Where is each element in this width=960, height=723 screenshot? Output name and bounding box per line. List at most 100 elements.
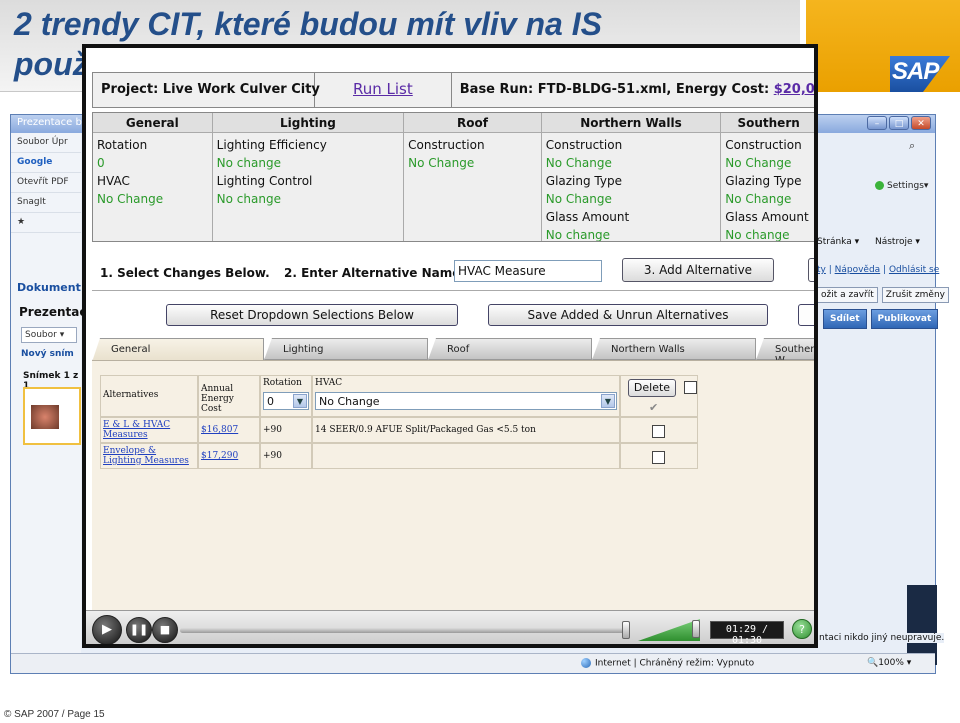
base-run-info: Base Run: FTD-BLDG-51.xml, Energy Cost: … [452,73,814,107]
snagit-toolbar-item[interactable]: SnagIt [11,193,81,213]
tab-lighting[interactable]: Lighting [264,338,428,360]
summary-value: No Change [545,156,612,170]
tab-southern-walls[interactable]: Southern W [756,338,814,360]
search-icon[interactable]: ⌕ [909,139,915,153]
summary-value: No change [545,228,611,242]
alternative-link-1[interactable]: E & L & HVAC Measures [103,420,170,440]
base-run-label: Base Run: FTD-BLDG-51.xml, Energy Cost: [459,82,774,97]
header-rotation: Rotation 0 ▼ [260,375,312,417]
seek-bar[interactable] [180,628,630,633]
browser-menu: Soubor Úpr [11,133,81,153]
cost-link-1[interactable]: $16,807 [201,425,238,435]
slide-thumbnail[interactable] [23,387,81,445]
window-buttons: – □ ✕ [867,116,931,130]
maximize-icon[interactable]: □ [889,116,909,130]
summary-body: Construction No Change [404,133,541,175]
reset-dropdowns-button[interactable]: Reset Dropdown Selections Below [166,304,458,326]
energy-cost-link[interactable]: $20,090 [774,82,814,97]
volume-slider[interactable] [638,619,700,641]
cut-off-button-2[interactable] [798,304,814,326]
summary-heading: Lighting [212,113,404,133]
tab-northern-walls[interactable]: Northern Walls [592,338,756,360]
hvac-select[interactable]: No Change ▼ [315,392,617,410]
hvac-label: HVAC [315,378,343,388]
browser-right-chrome: ⌕ Settings▾ Stránka ▾ Nástroje ▾ ty | Ná… [817,133,950,673]
volume-handle[interactable] [692,620,700,638]
summary-heading: Southern [721,113,814,133]
close-icon[interactable]: ✕ [911,116,931,130]
pdf-toolbar-item[interactable]: Otevřít PDF [11,173,81,193]
edit-buttons: ožit a zavřít Zrušit změny [817,287,950,303]
menu-upravy[interactable]: Úpr [52,137,68,147]
alternative-link-2[interactable]: Envelope & Lighting Measures [103,446,189,466]
table-row-1-hvac: 14 SEER/0.9 AFUE Split/Packaged Gas <5.5… [312,417,620,443]
alternative-name-input[interactable] [454,260,602,282]
cancel-changes-button[interactable]: Zrušit změny [881,287,950,303]
google-toolbar: Google [11,153,81,173]
divider [92,290,814,291]
summary-label: Construction [545,138,623,152]
summary-col-1: Lighting Lighting Efficiency No change Ligh… [212,113,405,241]
summary-label: Glazing Type [725,174,802,188]
browser-tab-title[interactable]: Prezentace b [17,117,82,128]
summary-label: Glass Amount [725,210,809,224]
link-ty[interactable]: ty [817,265,826,275]
row-1-checkbox[interactable] [652,425,665,438]
share-button[interactable]: Sdílet [823,309,867,329]
check-icon: ✔ [649,401,659,414]
save-alternatives-button[interactable]: Save Added & Unrun Alternatives [488,304,768,326]
globe-icon [581,658,591,668]
help-icon[interactable]: ? [792,619,812,639]
sap-brand-block: SAP [806,0,960,92]
tab-general[interactable]: General [92,338,264,362]
slide: 2 trendy CIT, které budou mít vliv na IS… [0,0,960,723]
tab-roof[interactable]: Roof [428,338,592,360]
summary-label: Construction [725,138,802,152]
save-close-button[interactable]: ožit a zavřít [817,287,878,303]
new-slide-button[interactable]: Nový sním [21,349,74,359]
select-all-checkbox[interactable] [684,381,697,394]
rotation-select[interactable]: 0 ▼ [263,392,309,410]
summary-table: General Rotation 0 HVAC No Change Lighting Lig… [92,112,814,242]
play-icon[interactable]: ▶ [92,615,122,644]
publish-button[interactable]: Publikovat [870,309,939,329]
delete-button[interactable]: Delete [628,379,676,397]
favorites-star-icon[interactable]: ★ [11,213,81,233]
summary-body: Rotation 0 HVAC No Change [93,133,212,211]
soubor-dropdown[interactable]: Soubor ▾ [21,327,77,343]
header-links: ty | Nápověda | Odhlásit se [817,265,940,275]
summary-value: No Change [725,192,792,206]
pause-icon[interactable]: ❚❚ [126,617,152,643]
table-row-2-cost: $17,290 [198,443,260,469]
nastroje-menu[interactable]: Nástroje ▾ [875,237,920,247]
summary-col-4: Southern Construction No Change Glazing Typ… [721,113,814,241]
stop-icon[interactable]: ■ [152,617,178,643]
summary-value: 0 [97,156,105,170]
timecode: 01:29 / 01:30 [710,621,784,644]
slide-footer: © SAP 2007 / Page 15 [4,709,105,720]
share-buttons: Sdílet Publikovat [823,309,939,329]
hvac-select-value: No Change [319,395,380,408]
row-2-checkbox[interactable] [652,451,665,464]
settings-button[interactable]: Settings▾ [875,181,928,191]
stranka-menu[interactable]: Stránka ▾ [817,237,859,247]
link-odhlasit[interactable]: Odhlásit se [889,265,939,275]
cut-off-button[interactable] [808,258,814,282]
cost-link-2[interactable]: $17,290 [201,451,238,461]
summary-value: No Change [545,192,612,206]
menu-soubor[interactable]: Soubor [17,137,49,147]
summary-label: Lighting Efficiency [216,138,327,152]
zoom-control[interactable]: 🔍100% ▾ [867,658,911,668]
add-alternative-button[interactable]: 3. Add Alternative [622,258,774,282]
table-row-2-name: Envelope & Lighting Measures [100,443,198,469]
table-row-2-hvac [312,443,620,469]
summary-body: Construction No Change Glazing Type No Chan… [542,133,721,242]
seek-handle[interactable] [621,621,630,639]
minimize-icon[interactable]: – [867,116,887,130]
link-napoveda[interactable]: Nápověda [835,265,881,275]
summary-label: Glazing Type [545,174,622,188]
summary-col-0: General Rotation 0 HVAC No Change [93,113,213,241]
run-list-link[interactable]: Run List [315,73,452,107]
summary-heading: Roof [404,113,541,133]
summary-col-2: Roof Construction No Change [404,113,542,241]
